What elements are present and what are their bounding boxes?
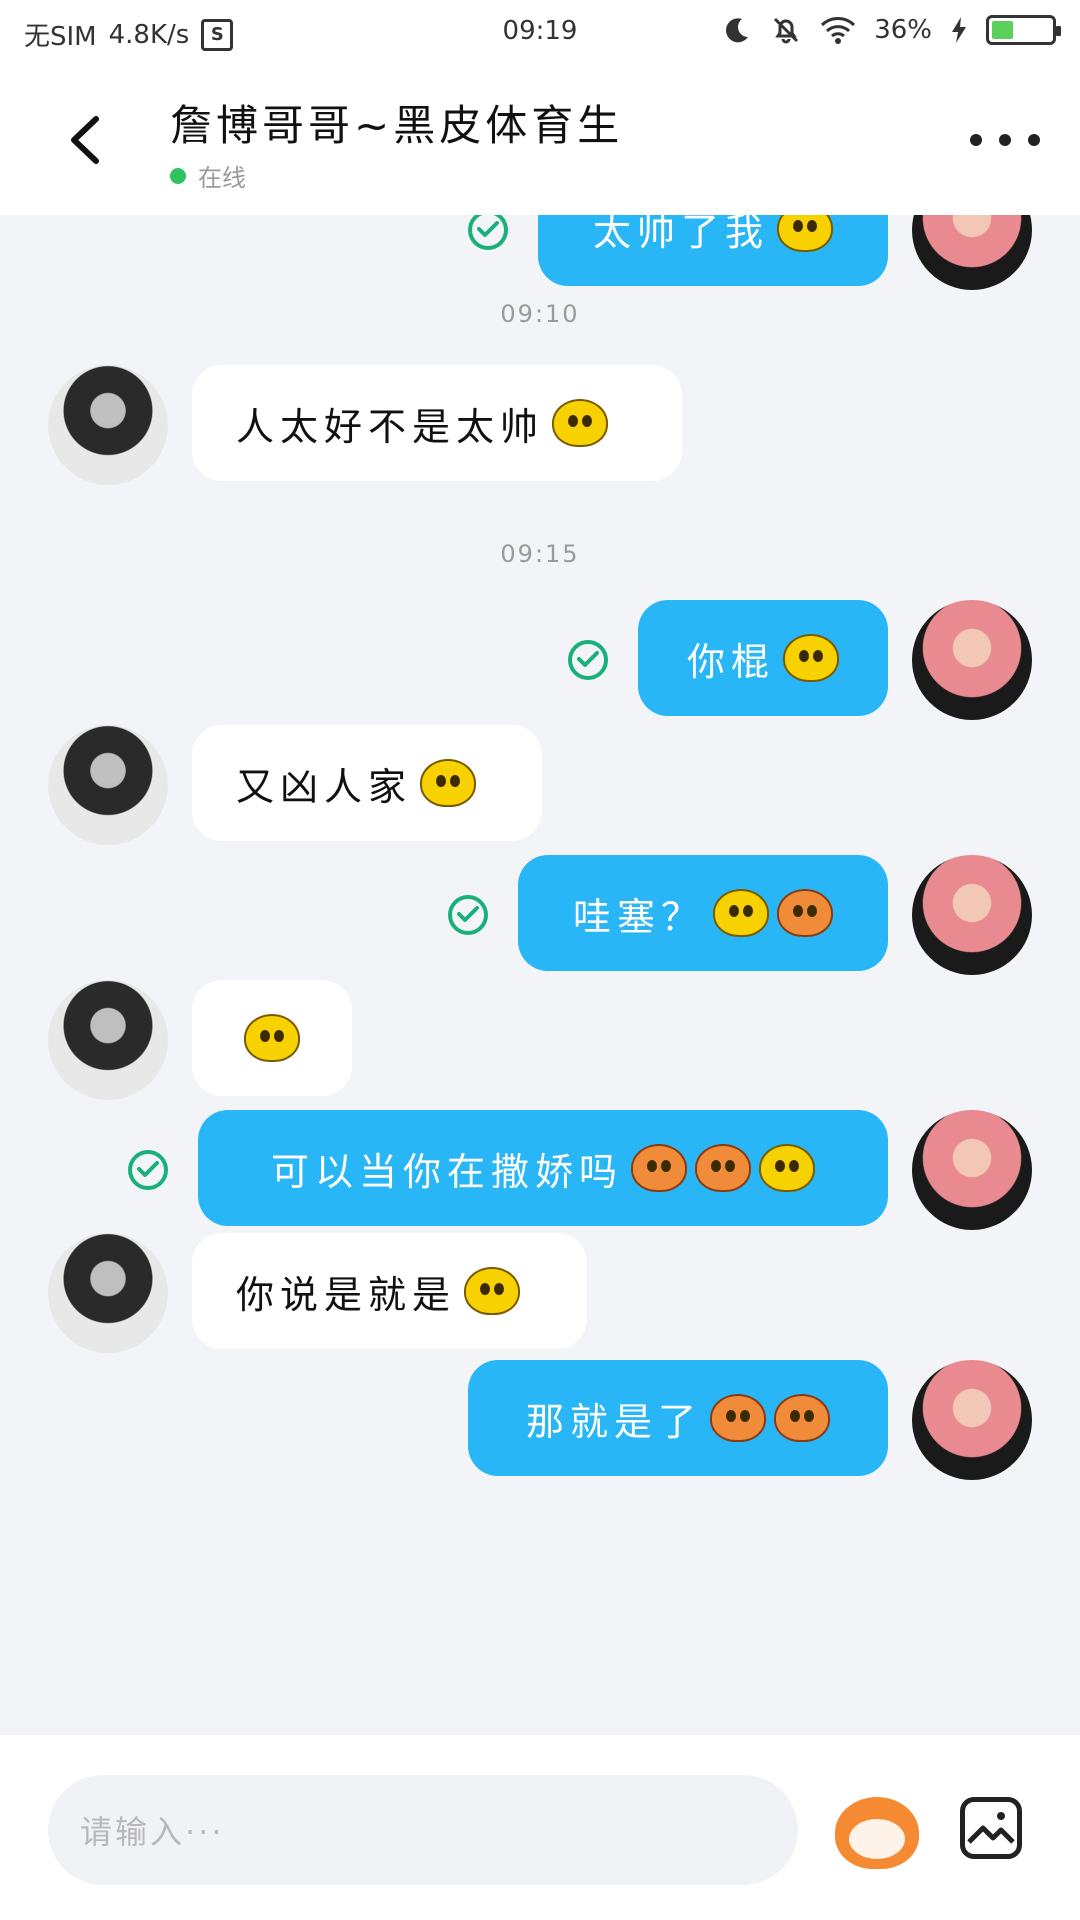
read-check-icon	[568, 640, 608, 680]
timestamp: 09:10	[500, 300, 580, 328]
orange-emoji-icon	[774, 1394, 830, 1442]
online-status: 在线	[170, 158, 246, 193]
message-bubble[interactable]: 人太好不是太帅	[192, 365, 682, 481]
my-avatar[interactable]	[912, 1360, 1032, 1480]
orange-emoji-icon	[777, 889, 833, 937]
bell-off-icon	[774, 17, 799, 44]
message-bubble[interactable]: 又凶人家	[192, 725, 542, 841]
more-button[interactable]	[970, 120, 1040, 160]
sticker-icon[interactable]	[835, 1797, 919, 1869]
message-bubble[interactable]: 可以当你在撒娇吗	[198, 1110, 888, 1226]
yellow-emoji-icon	[244, 1014, 300, 1062]
message-text: 可以当你在撒娇吗	[270, 1149, 623, 1194]
contact-avatar[interactable]	[48, 1233, 168, 1353]
battery-percent: 36%	[874, 15, 932, 45]
timestamp: 09:15	[500, 540, 580, 568]
message-list[interactable]: 太帅了我 09:10 人太好不是太帅 09:15 你棍又凶人家哇塞？ 可以当你在撒娇吗你说…	[0, 215, 1080, 1735]
message-text: 哇塞？	[572, 894, 705, 939]
back-button[interactable]	[55, 110, 115, 170]
yellow-emoji-icon	[777, 215, 833, 252]
message-bubble[interactable]: 你说是就是	[192, 1233, 587, 1349]
chevron-left-icon	[71, 116, 99, 164]
read-check-icon	[128, 1150, 168, 1190]
contact-avatar[interactable]	[48, 725, 168, 845]
yellow-emoji-icon	[713, 889, 769, 937]
message-text: 你说是就是	[236, 1272, 457, 1317]
read-check-icon	[448, 895, 488, 935]
message-bubble[interactable]: 你棍	[638, 600, 888, 716]
orange-emoji-icon	[710, 1394, 766, 1442]
contact-avatar[interactable]	[48, 365, 168, 485]
contact-name: 詹博哥哥~黑皮体育生	[170, 101, 624, 150]
message-text: 人太好不是太帅	[236, 404, 545, 449]
status-right: 36%	[722, 14, 1061, 46]
yellow-emoji-icon	[759, 1144, 815, 1192]
my-avatar[interactable]	[912, 600, 1032, 720]
message-text: 你棍	[686, 639, 775, 684]
yellow-emoji-icon	[552, 399, 609, 447]
message-bubble[interactable]: 哇塞？	[518, 855, 888, 971]
yellow-emoji-icon	[420, 759, 477, 807]
status-bar: 无SIM 4.8K/s S 09:19 36%	[0, 0, 1080, 70]
yellow-emoji-icon	[464, 1267, 521, 1315]
yellow-emoji-icon	[783, 634, 839, 682]
message-text: 太帅了我	[592, 215, 769, 254]
message-bubble[interactable]: 太帅了我	[538, 215, 888, 286]
charging-icon	[952, 17, 966, 43]
message-text: 又凶人家	[236, 764, 413, 809]
message-bubble[interactable]: 那就是了	[468, 1360, 888, 1476]
chat-header: 詹博哥哥~黑皮体育生 在线	[0, 70, 1080, 215]
read-check-icon	[468, 215, 508, 250]
my-avatar[interactable]	[912, 215, 1032, 290]
online-dot-icon	[170, 167, 186, 184]
my-avatar[interactable]	[912, 855, 1032, 975]
image-icon[interactable]	[960, 1797, 1022, 1859]
battery-icon	[986, 15, 1061, 45]
moon-icon	[726, 18, 749, 43]
more-dots-icon	[970, 134, 982, 146]
online-status-label: 在线	[198, 164, 246, 192]
wifi-icon	[821, 17, 856, 44]
message-bubble[interactable]	[192, 980, 352, 1096]
orange-emoji-icon	[695, 1144, 751, 1192]
input-bar: 请输入···	[0, 1735, 1080, 1920]
battery-level	[992, 21, 1013, 39]
my-avatar[interactable]	[912, 1110, 1032, 1230]
message-text: 那就是了	[525, 1399, 702, 1444]
orange-emoji-icon	[631, 1144, 687, 1192]
contact-avatar[interactable]	[48, 980, 168, 1100]
message-input[interactable]: 请输入···	[48, 1775, 798, 1885]
